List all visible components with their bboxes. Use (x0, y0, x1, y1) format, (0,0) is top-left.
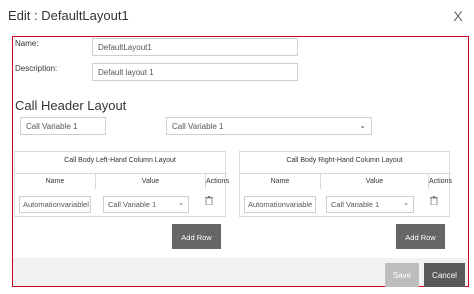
left-column-table: Call Body Left-Hand Column Layout Name V… (14, 151, 229, 217)
close-icon[interactable]: X (450, 8, 466, 24)
call-header-field-input[interactable]: Call Variable 1 (20, 117, 106, 135)
dialog-header: Edit : DefaultLayout1 X (0, 0, 474, 34)
left-header-value: Value (95, 173, 205, 189)
cancel-button[interactable]: Cancel (424, 263, 465, 287)
right-add-row-button[interactable]: Add Row (396, 224, 445, 249)
dialog-title: Edit : DefaultLayout1 (8, 8, 129, 23)
call-header-layout-title: Call Header Layout (15, 98, 127, 113)
save-button[interactable]: Save (385, 263, 419, 287)
right-row-name-input[interactable]: Automationvariable (244, 196, 316, 213)
right-header-actions: Actions (428, 173, 452, 189)
left-add-row-button[interactable]: Add Row (172, 224, 221, 249)
trash-icon[interactable] (430, 196, 438, 205)
description-label: Description: (15, 64, 58, 73)
chevron-down-icon: ⌄ (359, 121, 366, 130)
right-row-value-select[interactable]: Call Variable 1 ⌄ (326, 196, 414, 213)
name-input[interactable]: DefaultLayout1 (92, 38, 298, 56)
right-row-value: Call Variable 1 (331, 200, 380, 209)
left-row-name-input[interactable]: Automationvariablel (19, 196, 91, 213)
right-header-value: Value (320, 173, 428, 189)
right-table-caption: Call Body Right-Hand Column Layout (286, 157, 403, 164)
right-header-name: Name (240, 173, 320, 189)
left-row-value: Call Variable 1 (108, 200, 157, 209)
chevron-down-icon: ⌄ (178, 200, 184, 207)
right-column-table: Call Body Right-Hand Column Layout Name … (239, 151, 452, 217)
call-header-select[interactable]: Call Variable 1 ⌄ (166, 117, 372, 135)
trash-icon[interactable] (205, 196, 213, 205)
chevron-down-icon: ⌄ (403, 200, 409, 207)
call-header-select-value: Call Variable 1 (172, 122, 224, 131)
left-row-value-select[interactable]: Call Variable 1 ⌄ (103, 196, 189, 213)
left-header-name: Name (15, 173, 95, 189)
name-label: Name: (15, 39, 39, 48)
left-header-actions: Actions (205, 173, 229, 189)
left-table-caption: Call Body Left-Hand Column Layout (64, 157, 176, 164)
description-input[interactable]: Default layout 1 (92, 63, 298, 81)
